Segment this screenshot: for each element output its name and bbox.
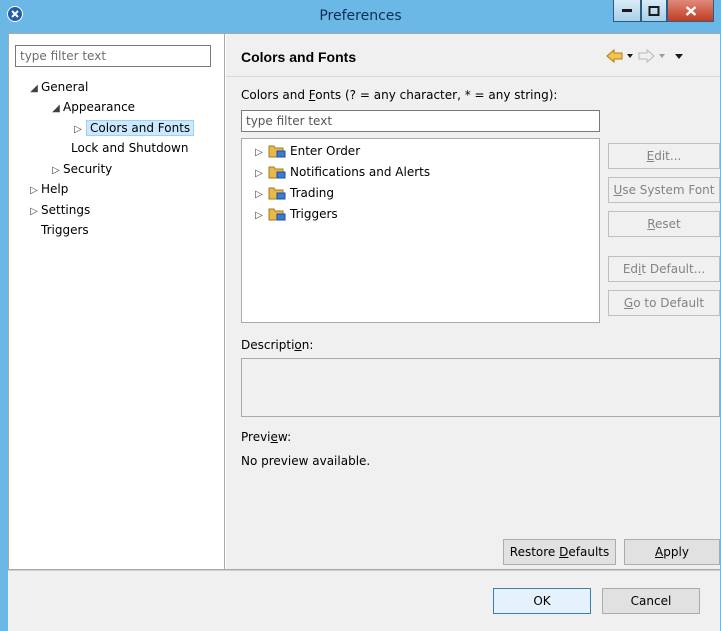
folder-icon [268,207,286,221]
list-item-notifications-and-alerts[interactable]: ▷ Notifications and Alerts [252,162,430,182]
preference-tree-panel: type filter text ◢ General ◢ Appearance ▷ C… [9,34,225,569]
collapsed-arrow-icon[interactable]: ▷ [27,181,41,201]
collapsed-arrow-icon[interactable]: ▷ [71,120,85,140]
collapsed-arrow-icon[interactable]: ▷ [49,161,63,181]
reset-button[interactable]: Reset [608,211,720,237]
tree-item-label: Triggers [41,223,89,237]
folder-icon [268,186,286,200]
list-item-label: Triggers [290,207,338,221]
tree-item-appearance[interactable]: ◢ Appearance [49,97,135,117]
description-box [241,358,720,417]
filter-label: Colors and Fonts (? = any character, * =… [241,88,558,102]
colors-filter-input[interactable]: type filter text [241,110,600,132]
expanded-arrow-icon[interactable]: ◢ [27,79,41,99]
edit-button[interactable]: Edit... [608,143,720,169]
preferences-dialog-body: type filter text ◢ General ◢ Appearance ▷ C… [8,33,720,570]
tree-item-label: Help [41,182,69,196]
dialog-footer: OK Cancel [8,570,720,631]
tree-item-triggers[interactable]: Triggers [41,220,89,240]
tree-item-label: General [41,80,89,94]
description-label: Description: [241,338,314,352]
tree-item-label: Lock and Shutdown [71,141,189,155]
tree-filter-input[interactable]: type filter text [15,45,211,67]
view-menu-button[interactable] [672,48,686,64]
close-button[interactable] [667,0,714,22]
back-button[interactable] [606,48,636,64]
list-item-trading[interactable]: ▷ Trading [252,183,334,203]
view-menu-icon [675,54,683,59]
collapsed-arrow-icon[interactable]: ▷ [252,185,266,205]
preview-label: Preview: [241,430,292,444]
edit-default-button[interactable]: Edit Default... [608,256,720,282]
close-icon [685,5,696,16]
minimize-button[interactable] [613,0,641,22]
tree-item-label: Appearance [63,100,136,114]
preview-text: No preview available. [241,454,371,468]
tree-item-security[interactable]: ▷ Security [49,159,112,179]
page-title: Colors and Fonts [241,49,357,65]
restore-defaults-button[interactable]: Restore Defaults [503,539,616,565]
use-system-font-button[interactable]: Use System Font [608,177,720,203]
maximize-button[interactable] [641,0,667,22]
go-to-default-button[interactable]: Go to Default [608,290,720,316]
collapsed-arrow-icon[interactable]: ▷ [252,206,266,226]
tree-item-lock-and-shutdown[interactable]: Lock and Shutdown [71,138,188,158]
list-item-label: Notifications and Alerts [290,165,431,179]
tree-item-label: Security [63,162,113,176]
minimize-icon [622,8,632,12]
list-item-label: Trading [290,186,335,200]
back-arrow-icon [606,48,633,64]
collapsed-arrow-icon[interactable]: ▷ [27,202,41,222]
tree-item-label: Settings [41,203,91,217]
collapsed-arrow-icon[interactable]: ▷ [252,143,266,163]
folder-icon [268,144,286,158]
tree-item-colors-and-fonts[interactable]: ▷ Colors and Fonts [71,118,195,140]
ok-button[interactable]: OK [493,588,591,614]
folder-icon [268,165,286,179]
page-header: Colors and Fonts [226,34,720,77]
list-item-enter-order[interactable]: ▷ Enter Order [252,141,360,161]
expanded-arrow-icon[interactable]: ◢ [49,99,63,119]
maximize-icon [648,5,660,16]
colors-fonts-tree[interactable]: ▷ Enter Order ▷ Notifications and Alerts ▷… [241,138,600,323]
cancel-button[interactable]: Cancel [602,588,700,614]
preference-page: Colors and Fonts Colors and Fonts (? = a… [226,34,720,569]
tree-item-settings[interactable]: ▷ Settings [27,200,90,220]
title-bar[interactable]: Preferences [0,0,721,33]
list-item-triggers[interactable]: ▷ Triggers [252,204,338,224]
list-item-label: Enter Order [290,144,361,158]
tree-item-label: Colors and Fonts [86,120,195,136]
collapsed-arrow-icon[interactable]: ▷ [252,164,266,184]
tree-item-help[interactable]: ▷ Help [27,179,68,199]
tree-item-general[interactable]: ◢ General [27,77,88,97]
apply-button[interactable]: Apply [624,539,720,565]
forward-arrow-icon [638,48,665,64]
forward-button[interactable] [638,48,668,64]
